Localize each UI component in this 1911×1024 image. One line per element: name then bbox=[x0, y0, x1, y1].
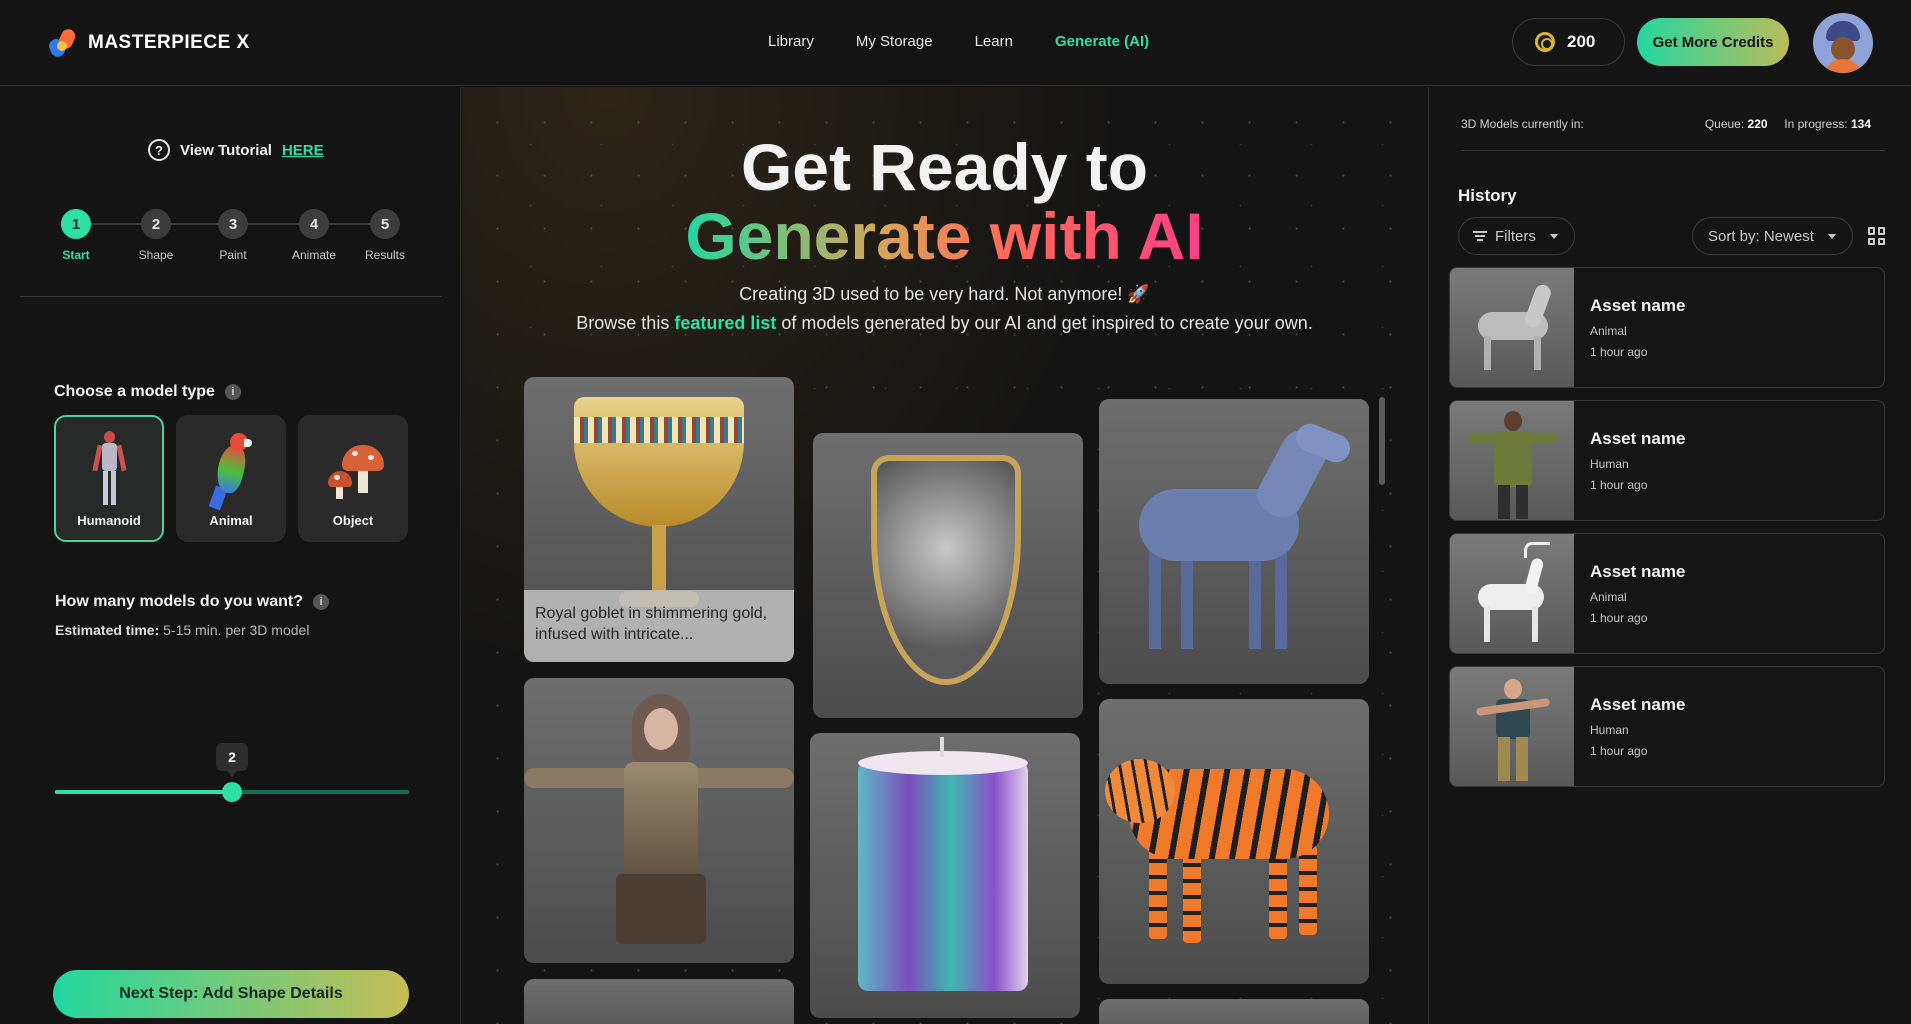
grid-view-icon[interactable] bbox=[1868, 227, 1886, 245]
model-count-slider[interactable] bbox=[55, 782, 409, 802]
asset-type: Human bbox=[1590, 457, 1629, 471]
step-start[interactable]: 1 Start bbox=[46, 209, 106, 262]
step-progress: 1 Start 2 Shape 3 Paint 4 Animate 5 Resu… bbox=[46, 209, 410, 269]
asset-name: Asset name bbox=[1590, 296, 1686, 315]
nav-library[interactable]: Library bbox=[768, 33, 814, 50]
queue-status: 3D Models currently in: Queue: 220 In pr… bbox=[1461, 117, 1871, 131]
asset-type: Animal bbox=[1590, 590, 1627, 604]
history-title: History bbox=[1458, 186, 1517, 205]
info-icon[interactable]: i bbox=[313, 594, 330, 610]
model-count-heading: How many models do you want? i bbox=[55, 593, 330, 611]
info-icon[interactable]: i bbox=[224, 384, 241, 400]
asset-name: Asset name bbox=[1590, 562, 1686, 581]
coin-icon bbox=[1535, 32, 1555, 52]
featured-card-shield[interactable] bbox=[813, 433, 1083, 718]
asset-time: 1 hour ago bbox=[1590, 478, 1648, 492]
main-nav: Library My Storage Learn Generate (AI) bbox=[768, 33, 1149, 50]
hero-description: Browse this featured list of models gene… bbox=[576, 313, 1313, 333]
humanoid-icon bbox=[92, 431, 127, 507]
asset-thumbnail bbox=[1450, 268, 1574, 387]
asset-name: Asset name bbox=[1590, 429, 1686, 448]
tutorial-text: View Tutorial bbox=[180, 141, 272, 159]
featured-card-warrior[interactable] bbox=[524, 678, 794, 963]
asset-thumbnail bbox=[1450, 401, 1574, 520]
chevron-down-icon bbox=[1827, 233, 1836, 239]
tutorial-link[interactable]: HERE bbox=[282, 142, 324, 159]
left-panel: ? View Tutorial HERE 1 Start 2 Shape 3 P… bbox=[0, 87, 461, 1024]
asset-name: Asset name bbox=[1590, 695, 1686, 714]
asset-type: Human bbox=[1590, 723, 1629, 737]
in-progress-count: 134 bbox=[1850, 117, 1871, 131]
logo[interactable]: MASTERPIECE X bbox=[46, 26, 250, 60]
gallery-scrollbar[interactable] bbox=[1379, 397, 1385, 485]
featured-list-link[interactable]: featured list bbox=[674, 313, 776, 333]
asset-time: 1 hour ago bbox=[1590, 611, 1648, 625]
divider bbox=[1461, 150, 1885, 151]
featured-card-goblet[interactable]: Royal goblet in shimmering gold, infused… bbox=[524, 377, 794, 662]
step-shape[interactable]: 2 Shape bbox=[126, 209, 186, 262]
featured-card-horse[interactable] bbox=[1099, 399, 1369, 684]
featured-area: Get Ready to Generate with AI Creating 3… bbox=[462, 87, 1427, 1024]
asset-time: 1 hour ago bbox=[1590, 744, 1648, 758]
slider-thumb[interactable] bbox=[222, 782, 242, 802]
logo-text: MASTERPIECE X bbox=[88, 32, 250, 53]
filters-dropdown[interactable]: Filters bbox=[1458, 217, 1575, 255]
queue-count: 220 bbox=[1747, 117, 1768, 131]
slider-fill bbox=[55, 790, 232, 794]
mushroom-icon bbox=[328, 445, 384, 505]
top-bar: MASTERPIECE X Library My Storage Learn G… bbox=[0, 0, 1911, 86]
featured-card[interactable] bbox=[524, 979, 794, 1024]
hero-subtitle: Creating 3D used to be very hard. Not an… bbox=[739, 284, 1150, 304]
featured-card-tiger[interactable] bbox=[1099, 699, 1369, 984]
history-item[interactable]: Asset name Human 1 hour ago bbox=[1449, 400, 1885, 521]
history-item[interactable]: Asset name Human 1 hour ago bbox=[1449, 666, 1885, 787]
featured-card-candle[interactable] bbox=[810, 733, 1080, 1018]
filter-icon bbox=[1473, 231, 1487, 241]
parrot-icon bbox=[208, 431, 254, 511]
asset-time: 1 hour ago bbox=[1590, 345, 1648, 359]
step-animate[interactable]: 4 Animate bbox=[284, 209, 344, 262]
nav-my-storage[interactable]: My Storage bbox=[856, 33, 933, 50]
slider-value-tooltip: 2 bbox=[216, 743, 248, 777]
step-results[interactable]: 5 Results bbox=[355, 209, 415, 262]
card-caption: Royal goblet in shimmering gold, infused… bbox=[524, 590, 794, 662]
asset-thumbnail bbox=[1450, 534, 1574, 653]
model-type-options: Humanoid Animal Object bbox=[54, 415, 408, 542]
nav-learn[interactable]: Learn bbox=[975, 33, 1013, 50]
masterpiece-logo-icon bbox=[46, 26, 78, 60]
get-more-credits-button[interactable]: Get More Credits bbox=[1637, 18, 1789, 66]
help-icon: ? bbox=[148, 139, 170, 161]
next-step-button[interactable]: Next Step: Add Shape Details bbox=[53, 970, 409, 1018]
model-type-humanoid[interactable]: Humanoid bbox=[54, 415, 164, 542]
estimated-time: Estimated time: 5-15 min. per 3D model bbox=[55, 622, 310, 638]
credits-balance[interactable]: 200 bbox=[1512, 18, 1625, 66]
history-item[interactable]: Asset name Animal 1 hour ago bbox=[1449, 533, 1885, 654]
credits-value: 200 bbox=[1567, 32, 1596, 51]
model-type-animal[interactable]: Animal bbox=[176, 415, 286, 542]
asset-thumbnail bbox=[1450, 667, 1574, 786]
step-paint[interactable]: 3 Paint bbox=[203, 209, 263, 262]
history-item[interactable]: Asset name Animal 1 hour ago bbox=[1449, 267, 1885, 388]
avatar[interactable] bbox=[1813, 13, 1873, 73]
divider bbox=[20, 296, 442, 297]
nav-generate-ai[interactable]: Generate (AI) bbox=[1055, 33, 1149, 50]
chevron-down-icon bbox=[1549, 233, 1558, 239]
right-panel: 3D Models currently in: Queue: 220 In pr… bbox=[1428, 87, 1911, 1024]
hero-title-line2: Generate with AI bbox=[685, 199, 1204, 273]
model-type-heading: Choose a model type i bbox=[54, 383, 241, 401]
model-type-object[interactable]: Object bbox=[298, 415, 408, 542]
view-tutorial: ? View Tutorial HERE bbox=[148, 139, 324, 161]
hero-title-line1: Get Ready to bbox=[740, 130, 1149, 204]
featured-card[interactable] bbox=[1099, 999, 1369, 1024]
asset-type: Animal bbox=[1590, 324, 1627, 338]
sort-dropdown[interactable]: Sort by: Newest bbox=[1692, 217, 1853, 255]
